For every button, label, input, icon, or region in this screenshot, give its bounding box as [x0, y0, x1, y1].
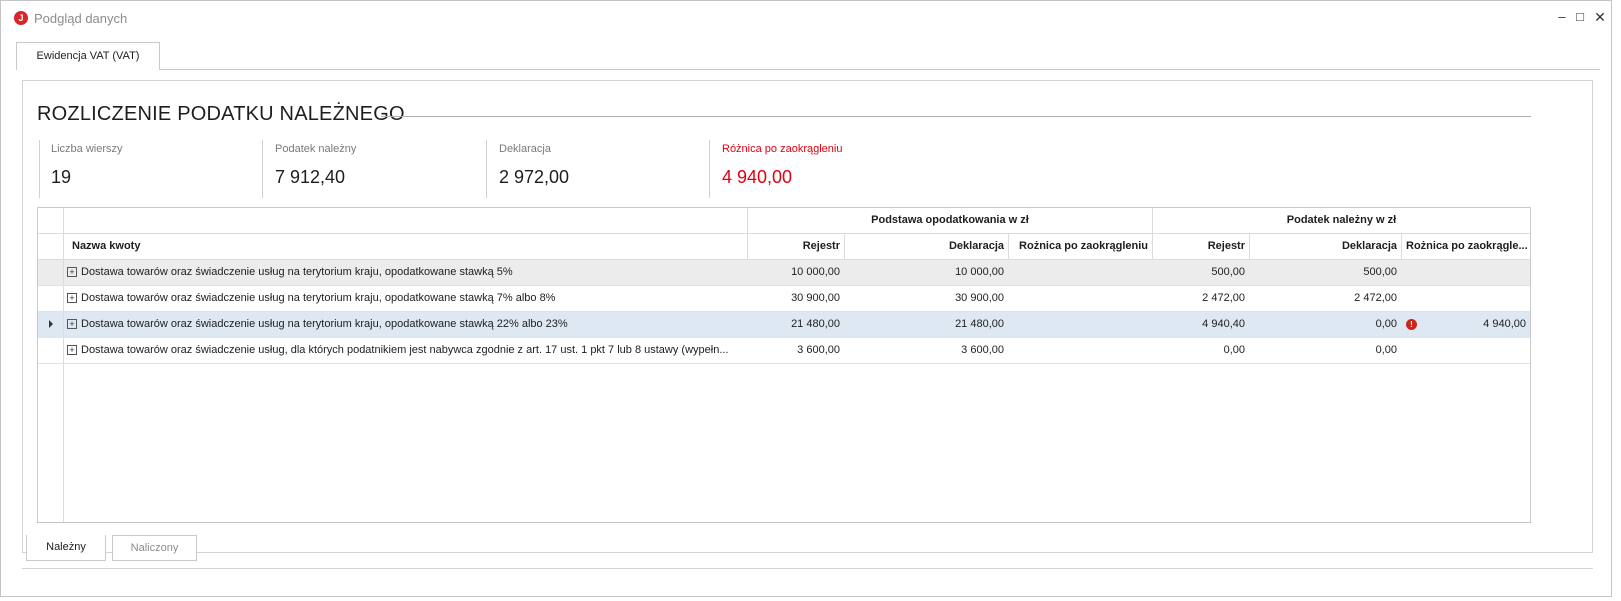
stat-separator [486, 140, 487, 198]
row-base-declaration: 30 900,00 [955, 292, 1004, 304]
stat-label: Deklaracja [499, 143, 551, 155]
row-tax-declaration: 0,00 [1375, 344, 1397, 356]
expand-icon[interactable]: + [67, 293, 77, 303]
expand-icon[interactable]: + [67, 267, 77, 277]
window-title: Podgląd danych [34, 11, 128, 26]
row-tax-declaration: 500,00 [1363, 266, 1397, 278]
stat-label: Różnica po zaokrągleniu [722, 143, 843, 155]
stat-label: Liczba wierszy [51, 143, 123, 155]
tab-ewidencja-vat[interactable]: Ewidencja VAT (VAT) [16, 42, 160, 70]
stat-value: 7 912,40 [275, 167, 346, 187]
stat-separator [262, 140, 263, 198]
row-tax-difference [1401, 338, 1530, 363]
row-indicator-header [38, 234, 64, 259]
tab-naliczony[interactable]: Naliczony [112, 535, 197, 561]
expand-icon[interactable]: + [67, 319, 77, 329]
stat-rounding-difference: Różnica po zaokrągleniu 4 940,00 [722, 143, 842, 195]
app-logo-icon: J [14, 11, 28, 25]
minimize-button[interactable]: – [1553, 8, 1571, 26]
row-indicator [38, 260, 64, 285]
row-base-declaration: 3 600,00 [961, 344, 1004, 356]
stat-declaration: Deklaracja 2 972,00 [499, 143, 569, 195]
table-row[interactable]: + Dostawa towarów oraz świadczenie usług… [38, 286, 1530, 312]
row-tax-register: 4 940,40 [1202, 318, 1245, 330]
row-base-register: 30 900,00 [791, 292, 840, 304]
stat-value: 4 940,00 [722, 167, 793, 187]
expand-icon[interactable]: + [67, 345, 77, 355]
section-divider [381, 116, 1531, 117]
stat-value: 2 972,00 [499, 167, 570, 187]
row-tax-register: 2 472,00 [1202, 292, 1245, 304]
row-tax-declaration: 2 472,00 [1354, 292, 1397, 304]
column-header-tax-register[interactable]: Rejestr [1152, 234, 1249, 259]
row-tax-difference [1401, 286, 1530, 311]
row-tax-register: 0,00 [1223, 344, 1245, 356]
row-indicator-column [38, 364, 64, 522]
stat-row-count: Liczba wierszy 19 [51, 143, 123, 195]
row-base-register: 10 000,00 [791, 266, 840, 278]
title-bar[interactable]: J Podgląd danych – □ ✕ [1, 1, 1611, 33]
stat-separator [709, 140, 710, 198]
maximize-button[interactable]: □ [1571, 8, 1589, 26]
row-base-register: 3 600,00 [797, 344, 840, 356]
tab-divider [159, 69, 1600, 70]
row-base-declaration: 21 480,00 [955, 318, 1004, 330]
row-tax-declaration: 0,00 [1375, 318, 1397, 330]
stat-value: 19 [51, 167, 72, 187]
row-name: Dostawa towarów oraz świadczenie usług, … [81, 344, 729, 356]
column-header-tax-declaration[interactable]: Deklaracja [1249, 234, 1401, 259]
row-indicator [38, 338, 64, 363]
warning-icon: ! [1406, 319, 1417, 330]
row-base-difference [1008, 312, 1152, 337]
column-header-row: Nazwa kwoty Rejestr Deklaracja Rożnica p… [38, 234, 1530, 260]
current-row-arrow-icon [49, 320, 53, 328]
stat-separator [39, 140, 40, 198]
row-name: Dostawa towarów oraz świadczenie usług n… [81, 292, 556, 304]
row-indicator [38, 286, 64, 311]
table-row-selected[interactable]: + Dostawa towarów oraz świadczenie usług… [38, 312, 1530, 338]
row-name: Dostawa towarów oraz świadczenie usług n… [81, 266, 513, 278]
band-tax-base: Podstawa opodatkowania w zł [747, 208, 1152, 234]
stat-tax-due: Podatek należny 7 912,40 [275, 143, 356, 195]
table-row[interactable]: + Dostawa towarów oraz świadczenie usług… [38, 260, 1530, 286]
close-button[interactable]: ✕ [1591, 8, 1609, 26]
row-tax-register: 500,00 [1211, 266, 1245, 278]
row-name: Dostawa towarów oraz świadczenie usług n… [81, 318, 568, 330]
section-title: ROZLICZENIE PODATKU NALEŻNEGO [37, 103, 405, 125]
row-indicator-header [38, 208, 64, 233]
row-base-difference [1008, 260, 1152, 285]
row-indicator [38, 312, 64, 337]
stat-label: Podatek należny [275, 143, 357, 155]
column-header-base-register[interactable]: Rejestr [747, 234, 844, 259]
data-grid: Podstawa opodatkowania w zł Podatek nale… [37, 207, 1531, 523]
bottom-tab-divider [22, 568, 1593, 569]
row-base-difference [1008, 338, 1152, 363]
row-base-difference [1008, 286, 1152, 311]
band-tax-due: Podatek należny w zł [1152, 208, 1530, 234]
column-header-tax-difference[interactable]: Rożnica po zaokrągle... [1401, 234, 1530, 259]
row-base-register: 21 480,00 [791, 318, 840, 330]
column-header-base-declaration[interactable]: Deklaracja [844, 234, 1008, 259]
band-header-row: Podstawa opodatkowania w zł Podatek nale… [38, 208, 1530, 234]
table-row[interactable]: + Dostawa towarów oraz świadczenie usług… [38, 338, 1530, 364]
row-tax-difference [1401, 260, 1530, 285]
row-tax-difference: 4 940,00 [1483, 318, 1526, 330]
column-header-base-difference[interactable]: Rożnica po zaokrągleniu [1008, 234, 1152, 259]
row-base-declaration: 10 000,00 [955, 266, 1004, 278]
tab-nalezny[interactable]: Należny [26, 535, 106, 561]
column-header-name[interactable]: Nazwa kwoty [68, 234, 747, 259]
